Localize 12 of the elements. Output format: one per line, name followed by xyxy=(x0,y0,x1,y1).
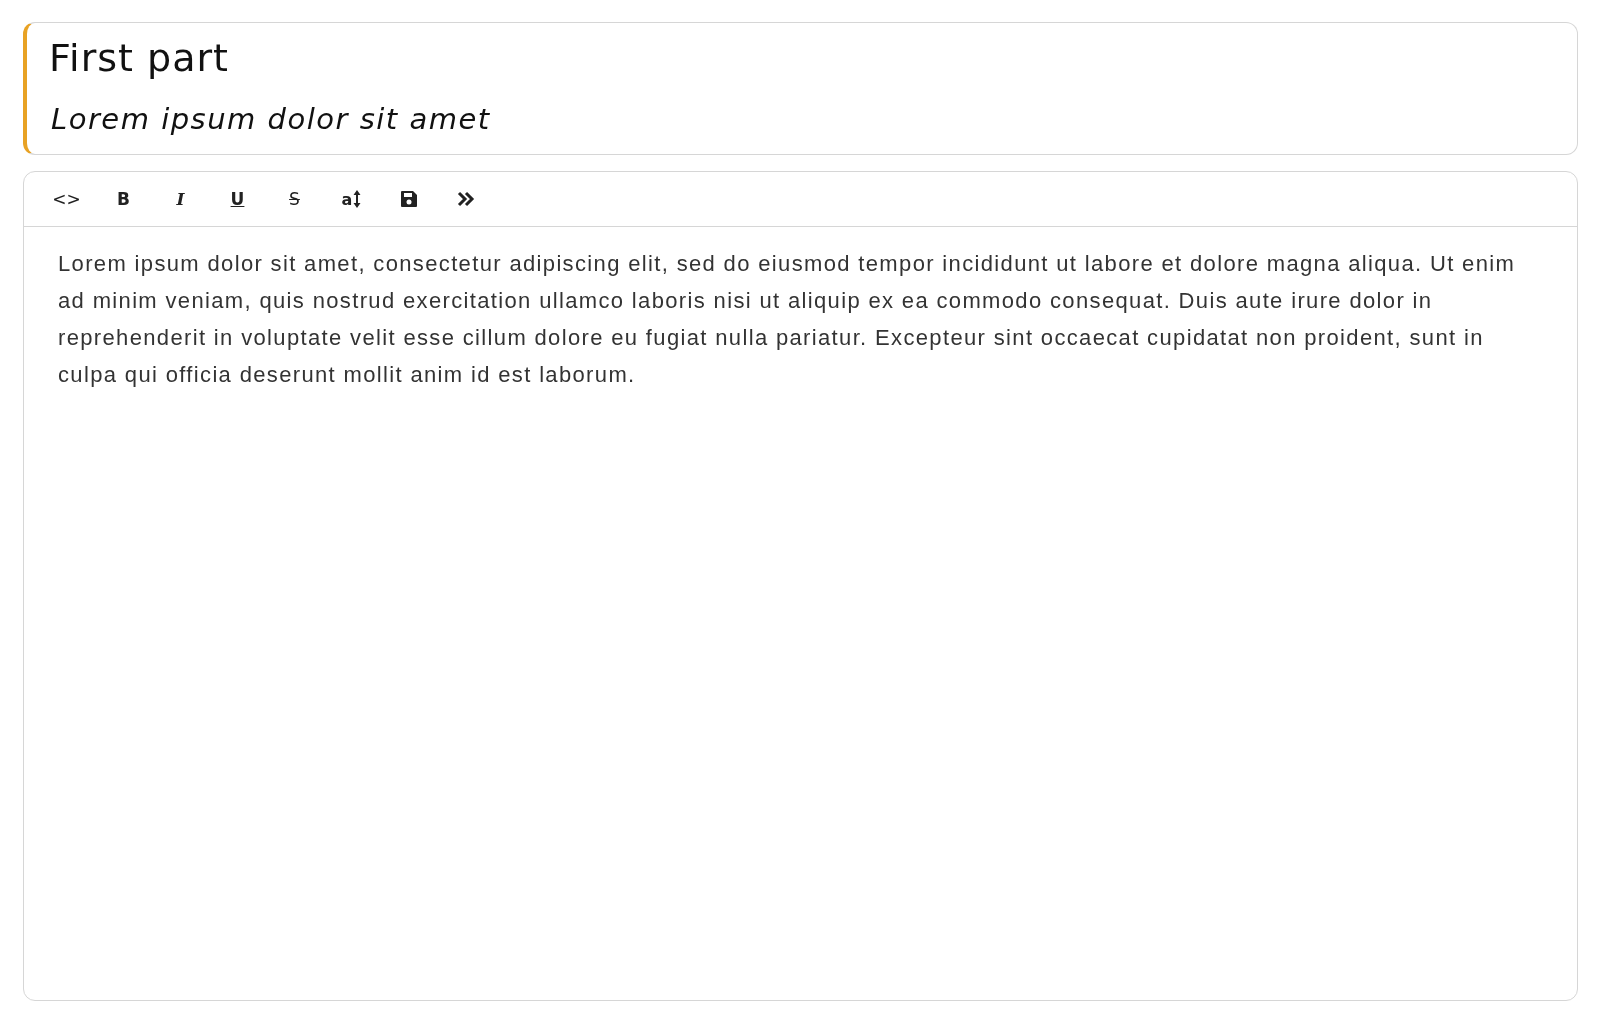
toolbar-button[interactable]: S xyxy=(266,179,323,219)
font-size-button[interactable]: a xyxy=(323,179,380,219)
section-title: First part xyxy=(49,36,230,80)
double-chevron-icon xyxy=(456,191,475,207)
up-down-arrow-icon xyxy=(353,189,362,209)
save-icon xyxy=(398,189,419,209)
section-subtitle: Lorem ipsum dolor sit amet xyxy=(50,102,492,136)
toolbar-button[interactable]: <> xyxy=(38,179,95,219)
editor-text[interactable]: Lorem ipsum dolor sit amet, consectetur adipiscing elit, sed do eiusmod tempor incididunt ut labore et dolore magna aliqua. Ut enim ad minim veniam, quis nostrud exercitation ullamco laboris nisi ut aliquip ex ea commodo consequat. Duis aute irure dolor in reprehenderit in voluptate velit esse cillum dolore eu fugiat nulla pariatur. Excepteur sint occaecat cupidatat non proident, sunt in culpa qui officia deserunt mollit anim id est laborum. xyxy=(24,227,1577,411)
toolbar-button[interactable]: I xyxy=(152,179,209,219)
toolbar-button[interactable]: U xyxy=(209,179,266,219)
toolbar-button[interactable]: B xyxy=(95,179,152,219)
